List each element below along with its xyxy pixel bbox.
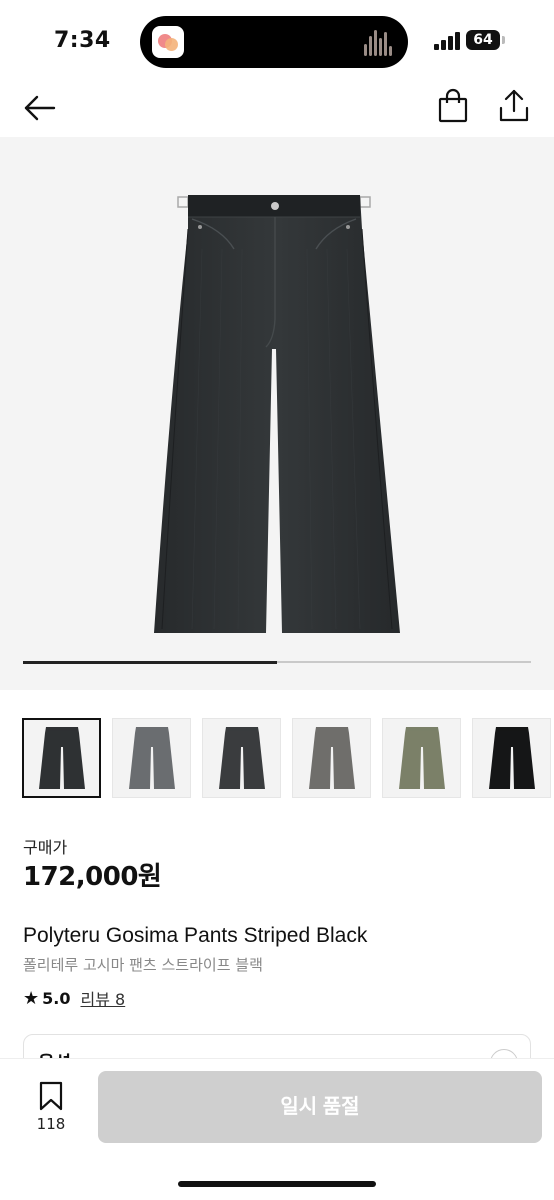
thumb-olive[interactable] xyxy=(382,718,461,798)
back-arrow-icon[interactable] xyxy=(22,90,58,126)
carousel-progress xyxy=(23,660,531,664)
cellular-signal-icon xyxy=(434,32,462,50)
carousel-progress-fill xyxy=(23,660,277,664)
product-title-korean: 폴리테루 고시마 팬츠 스트라이프 블랙 xyxy=(23,956,263,974)
star-icon: ★ xyxy=(23,987,40,1009)
audio-waveform-icon xyxy=(364,28,394,56)
review-link[interactable]: 리뷰 8 xyxy=(80,986,125,1010)
shopping-bag-icon[interactable] xyxy=(436,88,470,124)
thumb-black-1[interactable] xyxy=(22,718,101,798)
share-icon[interactable] xyxy=(496,88,532,124)
price-label: 구매가 xyxy=(23,838,68,857)
battery-tip xyxy=(502,36,505,44)
rating-score: 5.0 xyxy=(42,988,71,1008)
rating-row: ★ 5.0 리뷰 8 xyxy=(23,986,125,1010)
dynamic-island xyxy=(140,16,408,68)
bottom-action-bar: 118 일시 품절 xyxy=(0,1058,554,1200)
product-image-jeans xyxy=(154,195,400,633)
wishlist-count: 118 xyxy=(36,1115,66,1133)
status-time: 7:34 xyxy=(54,28,111,53)
thumbnail-strip xyxy=(22,718,554,798)
battery-icon: 64 xyxy=(466,30,500,50)
thumb-gray[interactable] xyxy=(112,718,191,798)
sold-out-button[interactable]: 일시 품절 xyxy=(98,1071,542,1143)
product-price: 172,000원 xyxy=(23,862,162,892)
wishlist-button[interactable]: 118 xyxy=(30,1081,72,1137)
status-bar: 7:34 64 xyxy=(0,0,554,80)
thumb-charcoal[interactable] xyxy=(292,718,371,798)
bookmark-icon xyxy=(39,1081,63,1111)
home-indicator xyxy=(178,1181,376,1187)
now-playing-app-icon xyxy=(152,26,184,58)
product-title-english: Polyteru Gosima Pants Striped Black xyxy=(23,924,368,947)
product-image-carousel[interactable] xyxy=(0,137,554,690)
thumb-dark-wash[interactable] xyxy=(202,718,281,798)
top-nav xyxy=(0,80,554,136)
thumb-black-2[interactable] xyxy=(472,718,551,798)
